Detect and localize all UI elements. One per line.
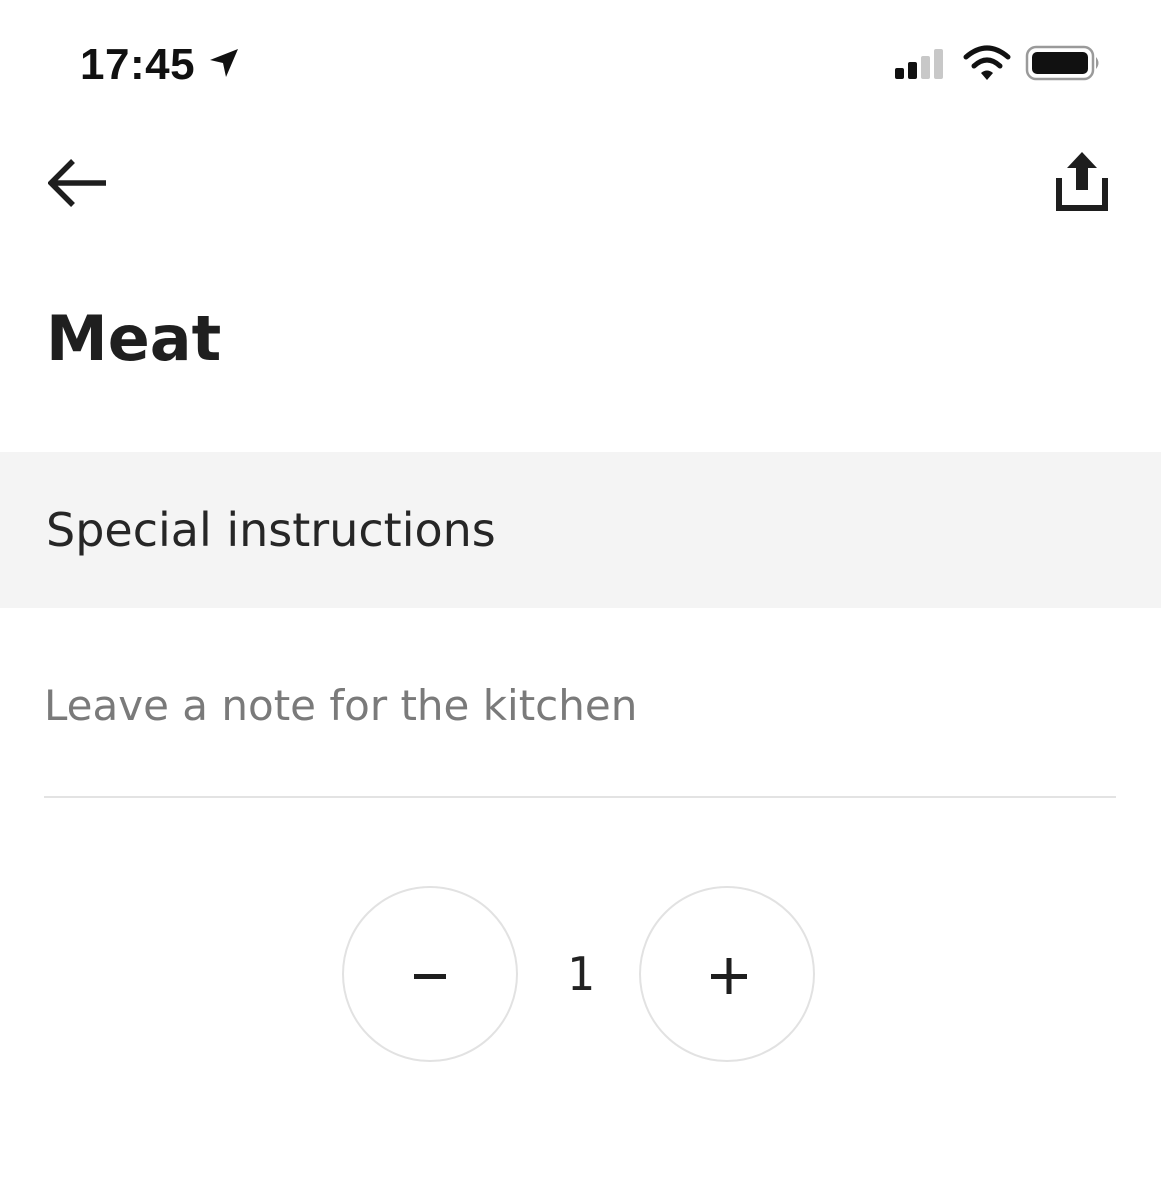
cellular-signal-icon [895,48,947,80]
input-divider [44,796,1116,798]
decrement-button[interactable] [342,886,518,1062]
back-button[interactable] [30,150,126,220]
increment-button[interactable] [639,886,815,1062]
page-title: Meat [46,302,222,375]
wifi-icon [962,44,1012,82]
special-instructions-section: Special instructions [0,452,1161,608]
navigation-bar [0,130,1161,240]
share-button[interactable] [1035,140,1129,224]
plus-icon [711,958,747,994]
location-arrow-icon [207,46,241,80]
status-time: 17:45 [80,40,196,89]
minus-icon [414,974,446,979]
kitchen-note-input[interactable] [44,660,1116,750]
quantity-stepper: 1 [342,886,820,1066]
quantity-value: 1 [566,947,595,1001]
share-icon [1056,152,1108,211]
battery-icon [1025,44,1103,82]
section-title: Special instructions [46,503,496,557]
arrow-left-icon [48,159,106,207]
status-bar: 17:45 [0,0,1161,120]
